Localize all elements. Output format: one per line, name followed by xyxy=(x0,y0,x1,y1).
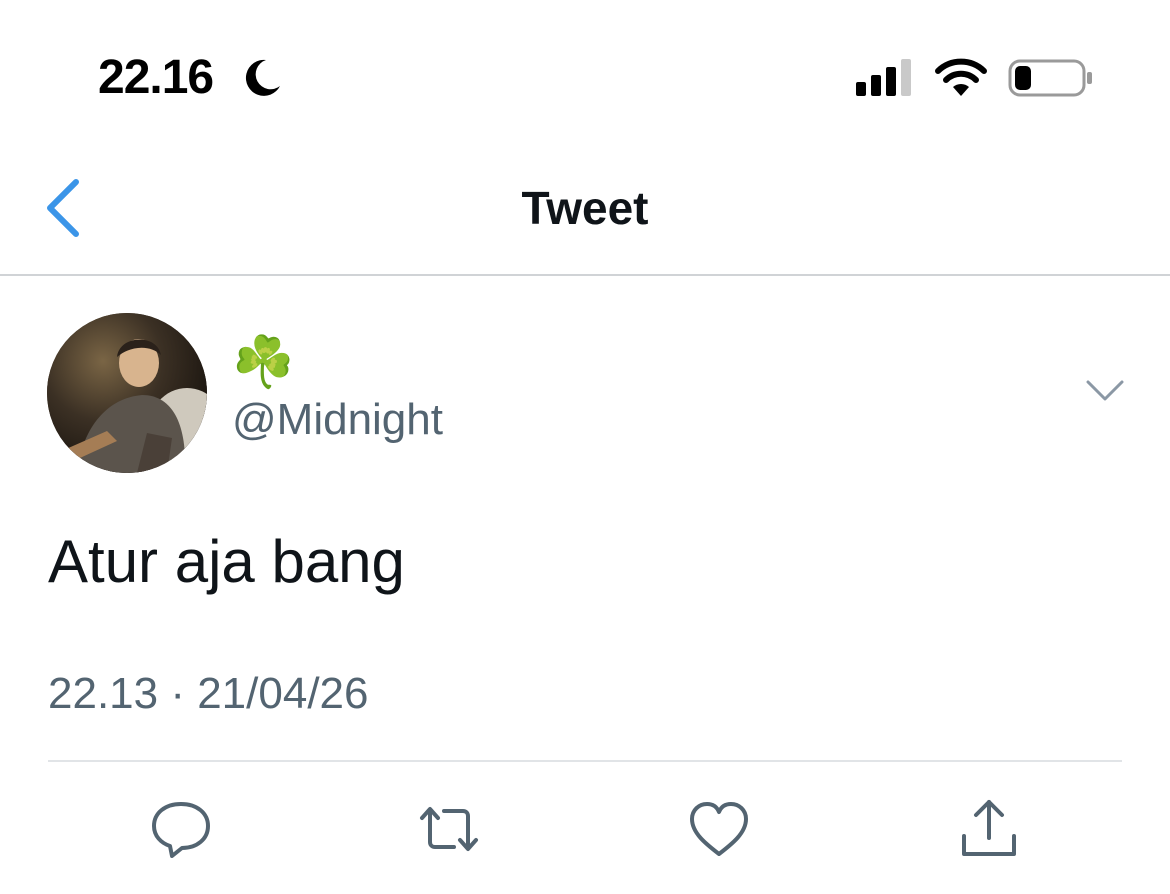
heart-icon xyxy=(690,802,748,856)
wifi-icon xyxy=(935,58,987,96)
avatar-photo xyxy=(47,313,207,473)
page-title: Tweet xyxy=(521,182,649,234)
like-button[interactable] xyxy=(686,796,752,862)
status-bar: 22.16 xyxy=(0,0,1170,150)
share-button[interactable] xyxy=(956,796,1022,862)
cellular-signal-icon xyxy=(856,59,911,96)
avatar[interactable] xyxy=(47,313,207,473)
tweet-detail-screen: 22.16 Tweet ☘️ @Midnight Atur aja bang 2… xyxy=(0,0,1170,894)
user-handle[interactable]: @Midnight xyxy=(232,392,443,448)
retweet-button[interactable] xyxy=(416,796,482,862)
reply-button[interactable] xyxy=(148,796,214,862)
display-name[interactable]: ☘️ xyxy=(232,332,294,392)
reply-icon xyxy=(152,802,210,858)
battery-icon xyxy=(1008,59,1092,97)
retweet-icon xyxy=(420,807,478,851)
moon-icon xyxy=(245,59,280,96)
chevron-down-icon[interactable] xyxy=(1084,374,1126,408)
tweet-timestamp: 22.13 · 21/04/26 xyxy=(48,669,369,718)
divider xyxy=(48,760,1122,762)
status-time: 22.16 xyxy=(98,51,214,104)
share-icon xyxy=(962,800,1016,856)
tweet-text: Atur aja bang xyxy=(48,528,405,595)
navigation-bar: Tweet xyxy=(0,150,1170,276)
